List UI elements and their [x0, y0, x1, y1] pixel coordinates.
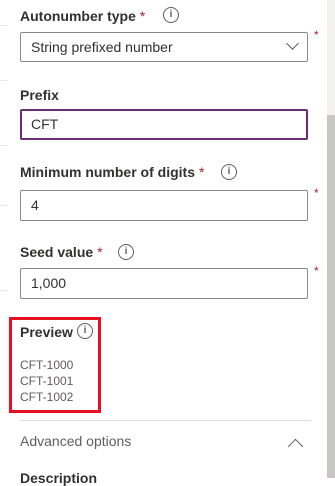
- description-label: Description: [20, 470, 98, 486]
- info-icon[interactable]: i: [163, 7, 179, 23]
- preview-item: CFT-1000: [20, 358, 74, 372]
- seed-value-label: Seed value *: [20, 244, 103, 260]
- preview-label: Preview: [20, 324, 73, 340]
- advanced-options-toggle[interactable]: Advanced options: [20, 433, 131, 449]
- min-digits-label-text: Minimum number of digits: [20, 164, 195, 180]
- side-required-mark: *: [314, 186, 319, 200]
- required-mark: *: [139, 8, 146, 24]
- scrollbar-thumb[interactable]: [327, 115, 335, 478]
- rail-divider: [0, 290, 8, 291]
- autonumber-type-label-text: Autonumber type: [20, 8, 136, 24]
- required-mark: *: [199, 164, 205, 180]
- rail-divider: [0, 205, 8, 206]
- min-digits-label: Minimum number of digits *: [20, 164, 204, 180]
- chevron-up-icon[interactable]: [287, 438, 304, 455]
- left-rail: [0, 0, 8, 478]
- info-icon[interactable]: i: [221, 164, 237, 180]
- autonumber-type-value: String prefixed number: [31, 39, 173, 55]
- rail-divider: [0, 25, 8, 26]
- preview-item: CFT-1001: [20, 374, 74, 388]
- preview-item: CFT-1002: [20, 390, 74, 404]
- rail-divider: [0, 145, 8, 146]
- chevron-down-icon: [286, 37, 299, 50]
- section-divider: [20, 420, 311, 421]
- info-icon[interactable]: i: [77, 323, 93, 339]
- prefix-label: Prefix: [20, 87, 59, 103]
- side-required-mark: *: [314, 28, 319, 42]
- side-required-mark: *: [314, 264, 319, 278]
- seed-value-input[interactable]: 1,000: [20, 268, 308, 299]
- rail-divider: [0, 80, 8, 81]
- prefix-input[interactable]: CFT: [20, 109, 308, 140]
- info-icon[interactable]: i: [118, 244, 134, 260]
- min-digits-input[interactable]: 4: [20, 190, 308, 221]
- autonumber-type-label: Autonumber type *: [20, 8, 145, 24]
- required-mark: *: [97, 244, 103, 260]
- autonumber-type-dropdown[interactable]: String prefixed number: [20, 32, 308, 62]
- seed-value-label-text: Seed value: [20, 244, 94, 260]
